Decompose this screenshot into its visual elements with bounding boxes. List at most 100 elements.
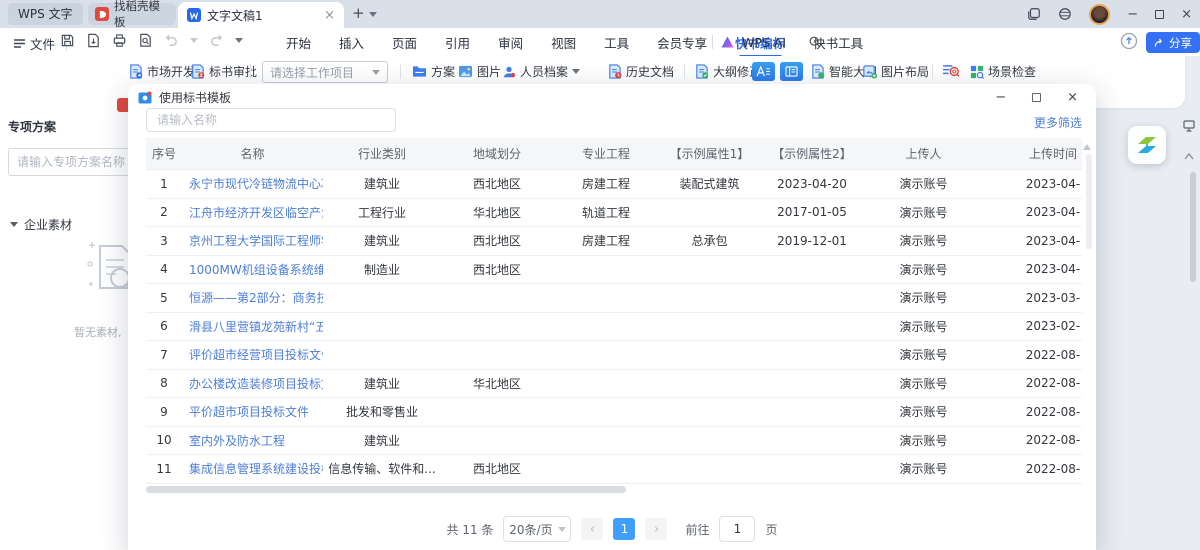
table-row[interactable]: 9平价超市项目投标文件批发和零售业演示账号2022-08-: [146, 398, 1082, 427]
market-dev-button[interactable]: 市场开发: [128, 63, 195, 80]
menu-item-insert[interactable]: 插入: [337, 27, 366, 58]
column-header: 【示例属性1】: [659, 138, 760, 169]
undo-caret-icon[interactable]: [190, 38, 198, 43]
template-name-link[interactable]: 1000MW机组设备系统维护...: [182, 256, 323, 284]
tab-document-active[interactable]: 文字文稿1 ×: [178, 2, 344, 28]
menu-item-page[interactable]: 页面: [390, 27, 419, 58]
integration-globe-icon[interactable]: [1058, 7, 1072, 21]
table-horizontal-scrollbar[interactable]: [146, 486, 1082, 493]
table-row[interactable]: 11集成信息管理系统建设投标书信息传输、软件和...西北地区演示账号2022-0…: [146, 455, 1082, 484]
menu-item-view[interactable]: 视图: [549, 27, 578, 58]
redo-caret-icon[interactable]: [235, 38, 243, 43]
bid-approval-button[interactable]: 标书审批: [190, 63, 257, 80]
table-cell: 工程行业: [323, 199, 441, 227]
print-icon[interactable]: [112, 33, 127, 48]
goto-page-input[interactable]: [719, 516, 755, 542]
image-button[interactable]: 图片: [458, 63, 501, 80]
next-page-button[interactable]: ›: [645, 518, 667, 540]
table-cell: 建筑业: [323, 170, 441, 198]
table-vertical-scrollbar[interactable]: [1086, 154, 1092, 249]
table-row[interactable]: 41000MW机组设备系统维护...制造业西北地区演示账号2023-04-: [146, 256, 1082, 285]
table-row[interactable]: 5恒源——第2部分：商务技...演示账号2023-03-: [146, 284, 1082, 313]
menu-item-member[interactable]: 会员专享: [655, 27, 709, 58]
table-scroll-up-icon[interactable]: [1083, 144, 1091, 150]
personnel-files-button[interactable]: 人员档案: [502, 63, 580, 80]
history-doc-button[interactable]: 历史文档: [607, 63, 674, 80]
template-name-link[interactable]: 平价超市项目投标文件: [182, 398, 323, 426]
template-name-link[interactable]: 永宁市现代冷链物流中心项...: [182, 170, 323, 198]
table-cell: 演示账号: [864, 341, 983, 369]
layout-tool-icon[interactable]: [780, 62, 803, 81]
template-name-link[interactable]: 江舟市经济开发区临空产业...: [182, 199, 323, 227]
table-cell: 2017-01-05: [760, 199, 864, 227]
redo-icon[interactable]: [209, 33, 224, 48]
template-name-link[interactable]: 恒源——第2部分：商务技...: [182, 284, 323, 312]
new-tab-button[interactable]: +: [352, 4, 365, 22]
table-cell: 2: [146, 199, 182, 227]
template-name-link[interactable]: 室内外及防水工程: [182, 427, 323, 455]
table-row[interactable]: 1永宁市现代冷链物流中心项...建筑业西北地区房建工程装配式建筑2023-04-…: [146, 170, 1082, 199]
table-row[interactable]: 10室内外及防水工程建筑业演示账号2022-08-: [146, 427, 1082, 456]
prev-page-button[interactable]: ‹: [581, 518, 603, 540]
column-header: 上传人: [864, 138, 983, 169]
bid-approval-icon: [190, 64, 205, 79]
scene-check-button[interactable]: 场景检查: [970, 63, 1036, 80]
document-vertical-scrollbar[interactable]: [1190, 172, 1196, 282]
menu-item-review[interactable]: 审阅: [496, 27, 525, 58]
sidebar-collapse-icon[interactable]: [1183, 120, 1195, 132]
ai-rewrite-icon[interactable]: [752, 62, 775, 81]
share-button[interactable]: 分享: [1146, 32, 1200, 53]
template-name-link[interactable]: 办公楼改造装修项目投标文件: [182, 370, 323, 398]
page-size-select[interactable]: 20条/页: [503, 516, 571, 542]
export-icon[interactable]: [86, 33, 101, 48]
table-row[interactable]: 6滑县八里营镇龙苑新村“五...演示账号2023-02-: [146, 313, 1082, 342]
image-layout-button[interactable]: 图片布局: [862, 63, 929, 80]
menu-item-start[interactable]: 开始: [284, 27, 313, 58]
image-icon: [458, 65, 473, 78]
plan-search-input[interactable]: [8, 148, 128, 176]
table-cell: 演示账号: [864, 427, 983, 455]
enterprise-material-section[interactable]: 企业素材: [10, 216, 72, 233]
dialog-maximize-button[interactable]: [1032, 93, 1041, 102]
plan-button[interactable]: 方案: [412, 63, 455, 80]
search-icon[interactable]: [808, 35, 822, 49]
scroll-up-icon[interactable]: [1184, 152, 1194, 160]
full-text-check-icon[interactable]: [942, 63, 960, 78]
project-select[interactable]: 请选择工作项目: [262, 61, 388, 83]
save-icon[interactable]: [60, 33, 75, 48]
outline-fix-button[interactable]: 大纲修正: [694, 63, 761, 80]
table-cell: 华北地区: [441, 370, 553, 398]
dialog-minimize-button[interactable]: −: [995, 91, 1006, 104]
user-avatar[interactable]: [1089, 4, 1110, 25]
template-name-link[interactable]: 京州工程大学国际工程师学...: [182, 227, 323, 255]
pane-tool-icon[interactable]: [117, 98, 128, 112]
tab-list-caret-icon[interactable]: [369, 12, 377, 17]
table-row[interactable]: 3京州工程大学国际工程师学...建筑业西北地区房建工程总承包2019-12-01…: [146, 227, 1082, 256]
table-row[interactable]: 8办公楼改造装修项目投标文件建筑业华北地区演示账号2022-08-: [146, 370, 1082, 399]
menu-item-tools[interactable]: 工具: [602, 27, 631, 58]
window-minimize-button[interactable]: −: [1127, 8, 1138, 21]
cloud-sync-icon[interactable]: [1120, 32, 1138, 50]
wps-ai-label[interactable]: WPS AI: [742, 35, 786, 50]
more-filters-link[interactable]: 更多筛选: [1034, 114, 1082, 131]
table-row[interactable]: 7评价超市经营项目投标文件演示账号2022-08-: [146, 341, 1082, 370]
app-menu-button[interactable]: WPS 文字: [8, 3, 83, 25]
tab-close-icon[interactable]: ×: [324, 8, 335, 23]
template-name-link[interactable]: 评价超市经营项目投标文件: [182, 341, 323, 369]
template-name-search-input[interactable]: [146, 108, 396, 132]
kuaishu-assistant-icon[interactable]: [1128, 126, 1166, 164]
dialog-title-bar[interactable]: 使用标书模板 − ×: [128, 84, 1096, 110]
print-preview-icon[interactable]: [138, 33, 153, 48]
table-row[interactable]: 2江舟市经济开发区临空产业...工程行业华北地区轨道工程2017-01-05演示…: [146, 199, 1082, 228]
template-name-link[interactable]: 滑县八里营镇龙苑新村“五...: [182, 313, 323, 341]
table-cell: [760, 313, 864, 341]
dialog-close-button[interactable]: ×: [1067, 91, 1078, 104]
menu-item-reference[interactable]: 引用: [443, 27, 472, 58]
window-close-button[interactable]: ×: [1181, 8, 1192, 21]
workspace-windows-icon[interactable]: [1027, 7, 1041, 21]
template-name-link[interactable]: 集成信息管理系统建设投标书: [182, 455, 323, 483]
page-1-button[interactable]: 1: [613, 518, 635, 540]
tab-docer-templates[interactable]: 找稻壳模板: [88, 3, 176, 25]
window-restore-button[interactable]: [1155, 10, 1164, 19]
undo-icon[interactable]: [164, 33, 179, 48]
